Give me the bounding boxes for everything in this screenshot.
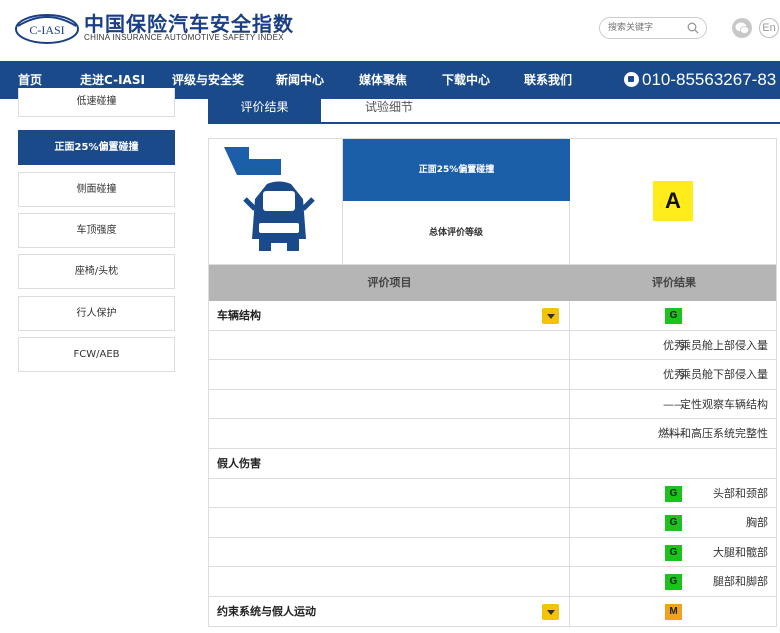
- col-header-result: 评价结果: [652, 276, 696, 289]
- sidebar-item-seat-headrest[interactable]: 座椅/头枕: [18, 254, 175, 289]
- search-input[interactable]: [608, 21, 684, 35]
- table-row: 车辆结构 G: [209, 301, 776, 331]
- phone-icon: [624, 72, 639, 87]
- row-label: 大腿和髋部: [713, 545, 768, 559]
- grade-badge: G: [665, 574, 682, 591]
- table-row: 大腿和髋部 G: [209, 537, 776, 568]
- expand-caret-icon[interactable]: [542, 308, 559, 324]
- expand-caret-icon[interactable]: [542, 603, 559, 620]
- table-row: 约束系统与假人运动 M: [209, 596, 776, 627]
- row-label: 腿部和脚部: [713, 575, 768, 589]
- row-result: ——: [663, 427, 685, 441]
- result-tabs: 评价结果 试验细节: [208, 92, 780, 124]
- overall-rating-label: 总体评价等级: [343, 201, 570, 265]
- c-iasi-logo[interactable]: C-IASI: [14, 10, 80, 48]
- phone-number: 010-85563267-83: [624, 70, 776, 90]
- phone-text: 010-85563267-83: [642, 70, 777, 89]
- table-row: 定性观察车辆结构 ——: [209, 389, 776, 420]
- table-row: 燃料和高压系统完整性 ——: [209, 419, 776, 449]
- grade-badge: G: [665, 544, 682, 561]
- table-row: 腿部和脚部 G: [209, 567, 776, 597]
- overall-grade-badge: A: [653, 181, 693, 221]
- row-label: 胸部: [746, 516, 768, 530]
- table-row: 假人伤害: [209, 448, 776, 479]
- row-result: ——: [663, 397, 685, 411]
- row-result: 优秀: [663, 338, 685, 352]
- tab-test-details[interactable]: 试验细节: [344, 92, 434, 122]
- row-label: 假人伤害: [217, 456, 261, 470]
- search-box: [599, 17, 707, 39]
- sidebar-item-small-overlap[interactable]: 正面25%偏置碰撞: [18, 130, 175, 165]
- wechat-icon[interactable]: [732, 18, 752, 38]
- overall-summary: 正面25%偏置碰撞 总体评价等级 A: [209, 139, 776, 265]
- grade-badge: G: [665, 515, 682, 532]
- grade-badge: G: [665, 308, 682, 324]
- test-illustration: [209, 139, 343, 265]
- table-row: 乘员舱下部侵入量 优秀: [209, 360, 776, 390]
- test-type-header: 正面25%偏置碰撞: [343, 139, 570, 201]
- table-row: 乘员舱上部侵入量 优秀: [209, 330, 776, 361]
- tab-evaluation-result[interactable]: 评价结果: [208, 92, 321, 122]
- row-result: 优秀: [663, 368, 685, 382]
- table-row: 胸部 G: [209, 508, 776, 538]
- row-label: 约束系统与假人运动: [217, 604, 316, 618]
- brand-name-en: CHINA INSURANCE AUTOMOTIVE SAFETY INDEX: [84, 33, 284, 42]
- sidebar-item-fcw-aeb[interactable]: FCW/AEB: [18, 337, 175, 372]
- evaluation-table: 正面25%偏置碰撞 总体评价等级 A 评价项目 评价结果 车辆结构 G 乘员舱上…: [208, 138, 777, 627]
- table-header: 评价项目 评价结果: [209, 265, 776, 301]
- sidebar-item-side-impact[interactable]: 侧面碰撞: [18, 172, 175, 207]
- language-switch-button[interactable]: En: [759, 18, 779, 38]
- site-header: C-IASI 中国保险汽车安全指数 CHINA INSURANCE AUTOMO…: [0, 0, 780, 58]
- grade-badge: G: [665, 485, 682, 502]
- grade-badge: M: [665, 603, 682, 620]
- table-row: 头部和颈部 G: [209, 478, 776, 509]
- row-label: 车辆结构: [217, 309, 261, 322]
- logo-text: C-IASI: [29, 23, 64, 37]
- sidebar-item-roof-strength[interactable]: 车顶强度: [18, 213, 175, 248]
- sidebar-item-low-speed[interactable]: 低速碰撞: [18, 88, 175, 117]
- col-header-item: 评价项目: [367, 276, 412, 289]
- car-front-icon: [224, 147, 315, 251]
- row-label: 头部和颈部: [713, 486, 768, 500]
- sidebar-item-pedestrian[interactable]: 行人保护: [18, 296, 175, 331]
- search-icon[interactable]: [687, 22, 699, 34]
